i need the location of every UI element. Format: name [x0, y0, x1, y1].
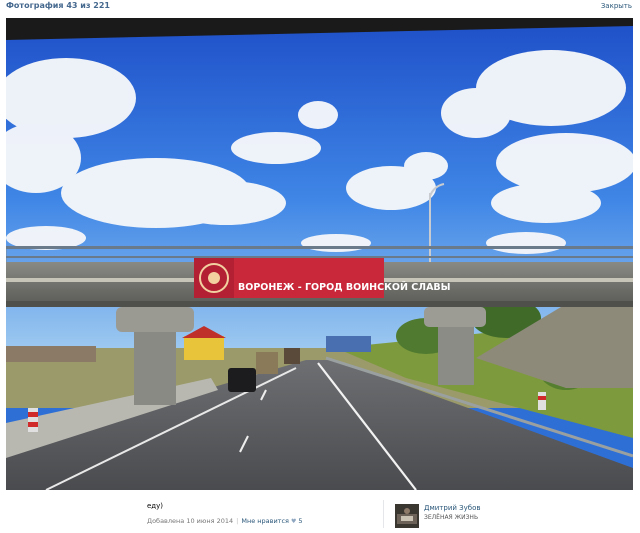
- avatar-image: [395, 504, 419, 528]
- photo-meta: Добавлена 10 июня 2014 | Мне нравится ♥ 5: [147, 517, 302, 525]
- close-link[interactable]: Закрыть: [601, 2, 632, 10]
- like-count[interactable]: 5: [298, 517, 302, 525]
- avatar[interactable]: [395, 504, 419, 528]
- like-button[interactable]: Мне нравится: [241, 517, 289, 525]
- footer-divider: [383, 500, 384, 528]
- meta-separator: |: [236, 517, 239, 525]
- author-name[interactable]: Дмитрий Зубов: [424, 504, 481, 512]
- heart-icon: ♥: [290, 518, 297, 525]
- photo-info: еду) Добавлена 10 июня 2014 | Мне нравится…: [0, 495, 640, 533]
- photo-counter: Фотография 43 из 221: [6, 1, 110, 10]
- author-status: ЗЕЛЁНАЯ ЖИЗНЬ: [424, 514, 479, 521]
- photo-caption: еду): [147, 502, 164, 510]
- bridge-banner-text: ВОРОНЕЖ - ГОРОД ВОИНСКОЙ СЛАВЫ: [238, 281, 451, 293]
- added-date: Добавлена 10 июня 2014: [147, 517, 234, 525]
- photo-image: ВОРОНЕЖ - ГОРОД ВОИНСКОЙ СЛАВЫ: [6, 18, 633, 490]
- viewer-header: Фотография 43 из 221 Закрыть: [0, 0, 640, 14]
- photo-view[interactable]: ВОРОНЕЖ - ГОРОД ВОИНСКОЙ СЛАВЫ: [6, 18, 633, 490]
